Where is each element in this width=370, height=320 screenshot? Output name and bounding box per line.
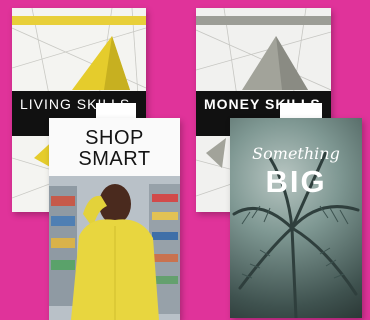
title-line-2: SMART <box>78 148 151 170</box>
shopper-illustration <box>49 176 180 320</box>
cover-photo-shopper <box>49 176 180 320</box>
book-cover-shop-smart[interactable]: SHOP SMART <box>49 118 180 320</box>
title-line-1: SHOP <box>85 127 144 149</box>
title-line-1: Something <box>252 144 340 163</box>
book-title: SHOP SMART <box>49 128 180 170</box>
series-label <box>12 16 146 25</box>
title-line-2: BIG <box>265 164 327 199</box>
book-cover-something-big[interactable]: Something BIG <box>230 118 362 318</box>
series-label <box>196 16 331 25</box>
